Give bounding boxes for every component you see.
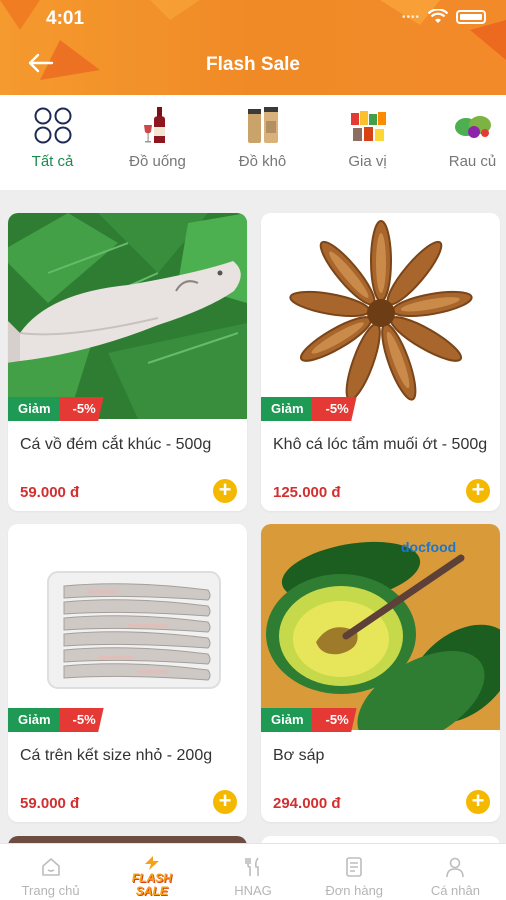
product-image-fish-tray bbox=[8, 524, 247, 730]
badge-label: Giảm bbox=[261, 708, 314, 732]
category-drinks[interactable]: Đồ uống bbox=[105, 95, 210, 190]
product-price: 59.000 đ bbox=[20, 484, 80, 501]
signal-icon: •••• bbox=[401, 11, 420, 23]
lightning-icon bbox=[144, 856, 159, 870]
category-label: Rau củ bbox=[448, 153, 497, 170]
discount-badge: Giảm -5% bbox=[8, 397, 104, 421]
product-price: 125.000 đ bbox=[273, 484, 341, 501]
battery-icon bbox=[456, 10, 486, 24]
add-to-cart-button[interactable]: + bbox=[213, 790, 237, 814]
tab-flash-sale[interactable]: FLASH SALE bbox=[101, 844, 202, 900]
bottom-nav: Trang chủ FLASH SALE HNAG Đơn hàng Cá nh… bbox=[0, 843, 506, 900]
category-bar: Tất cả Đồ uống Đồ khô Gia vị Rau củ bbox=[0, 95, 506, 190]
product-price: 294.000 đ bbox=[273, 795, 341, 812]
product-card[interactable]: docfood Giảm -5% Bơ sáp 294.000 đ + bbox=[261, 524, 500, 822]
category-label: Đồ khô bbox=[238, 153, 287, 170]
status-icons: •••• bbox=[402, 9, 486, 25]
page-title: Flash Sale bbox=[206, 54, 300, 75]
product-card[interactable]: Giảm -5% Cá trên kết size nhỏ - 200g 59.… bbox=[8, 524, 247, 822]
product-name: Cá vồ đém cắt khúc - 500g bbox=[20, 436, 212, 453]
badge-percent: -5% bbox=[311, 397, 357, 421]
category-label: Đồ uống bbox=[129, 153, 186, 170]
product-name: Khô cá lóc tẩm muối ớt - 500g bbox=[273, 436, 488, 453]
tab-home[interactable]: Trang chủ bbox=[0, 844, 101, 900]
category-vegetables[interactable]: Rau củ bbox=[420, 95, 506, 190]
discount-badge: Giảm -5% bbox=[261, 397, 357, 421]
header-bar: 4:01 •••• Flash Sale bbox=[0, 0, 506, 95]
tab-profile[interactable]: Cá nhân bbox=[405, 844, 506, 900]
category-label: Gia vị bbox=[348, 153, 387, 170]
add-to-cart-button[interactable]: + bbox=[466, 479, 490, 503]
vegetables-icon bbox=[454, 116, 491, 138]
category-dry-food[interactable]: Đồ khô bbox=[210, 95, 315, 190]
flash-sale-logo: FLASH SALE bbox=[131, 871, 172, 898]
grid-icon bbox=[34, 107, 71, 144]
category-label: Tất cả bbox=[31, 153, 74, 170]
status-time: 4:01 bbox=[46, 8, 85, 29]
badge-percent: -5% bbox=[58, 708, 104, 732]
tab-orders[interactable]: Đơn hàng bbox=[304, 844, 405, 900]
badge-label: Giảm bbox=[261, 397, 314, 421]
badge-label: Giảm bbox=[8, 397, 61, 421]
home-icon bbox=[41, 858, 60, 876]
add-to-cart-button[interactable]: + bbox=[466, 790, 490, 814]
watermark-text: docfood bbox=[401, 539, 456, 555]
discount-badge: Giảm -5% bbox=[8, 708, 104, 732]
utensils-icon bbox=[245, 857, 259, 876]
category-all[interactable]: Tất cả bbox=[0, 95, 105, 190]
tab-label: Trang chủ bbox=[21, 883, 80, 898]
tab-label: HNAG bbox=[234, 883, 272, 898]
discount-badge: Giảm -5% bbox=[261, 708, 357, 732]
product-name: Cá trên kết size nhỏ - 200g bbox=[20, 747, 213, 764]
badge-percent: -5% bbox=[58, 397, 104, 421]
product-image-fish bbox=[8, 213, 247, 419]
product-price: 59.000 đ bbox=[20, 795, 80, 812]
product-card[interactable]: Giảm -5% Cá vồ đém cắt khúc - 500g 59.00… bbox=[8, 213, 247, 511]
product-image-avocado: docfood bbox=[261, 524, 500, 730]
badge-label: Giảm bbox=[8, 708, 61, 732]
tab-hnag[interactable]: HNAG bbox=[202, 844, 303, 900]
badge-percent: -5% bbox=[311, 708, 357, 732]
category-spices[interactable]: Gia vị bbox=[315, 95, 420, 190]
wine-bottle-icon bbox=[143, 107, 165, 143]
add-to-cart-button[interactable]: + bbox=[213, 479, 237, 503]
product-card[interactable]: Giảm -5% Khô cá lóc tẩm muối ớt - 500g 1… bbox=[261, 213, 500, 511]
product-name: Bơ sáp bbox=[273, 747, 325, 764]
product-image-dried-fish bbox=[261, 213, 500, 419]
tab-label: Cá nhân bbox=[430, 883, 480, 898]
user-icon bbox=[446, 857, 465, 878]
jars-icon bbox=[247, 107, 278, 143]
tab-label: Đơn hàng bbox=[325, 883, 384, 898]
wifi-icon bbox=[428, 9, 448, 23]
spices-icon bbox=[350, 111, 386, 141]
order-list-icon bbox=[346, 857, 363, 877]
